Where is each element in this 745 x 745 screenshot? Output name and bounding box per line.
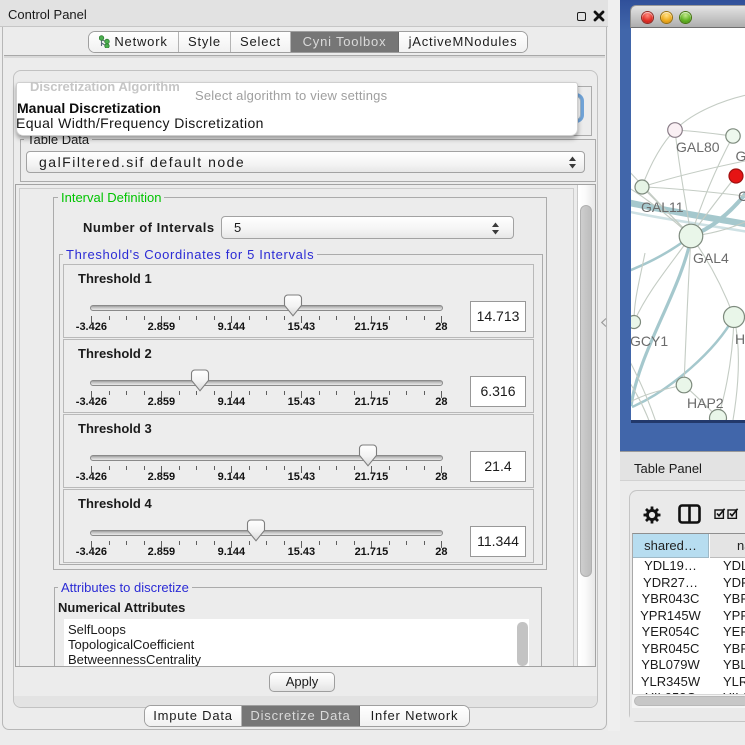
svg-text:H: H: [735, 331, 745, 347]
svg-text:GAL4: GAL4: [693, 250, 729, 266]
svg-text:HAP2: HAP2: [687, 395, 724, 411]
svg-text:GA: GA: [736, 148, 745, 164]
svg-text:C: C: [738, 188, 745, 204]
svg-text:GCY1: GCY1: [631, 333, 668, 349]
svg-text:GAL80: GAL80: [676, 139, 720, 155]
svg-text:GAL11: GAL11: [641, 199, 684, 215]
